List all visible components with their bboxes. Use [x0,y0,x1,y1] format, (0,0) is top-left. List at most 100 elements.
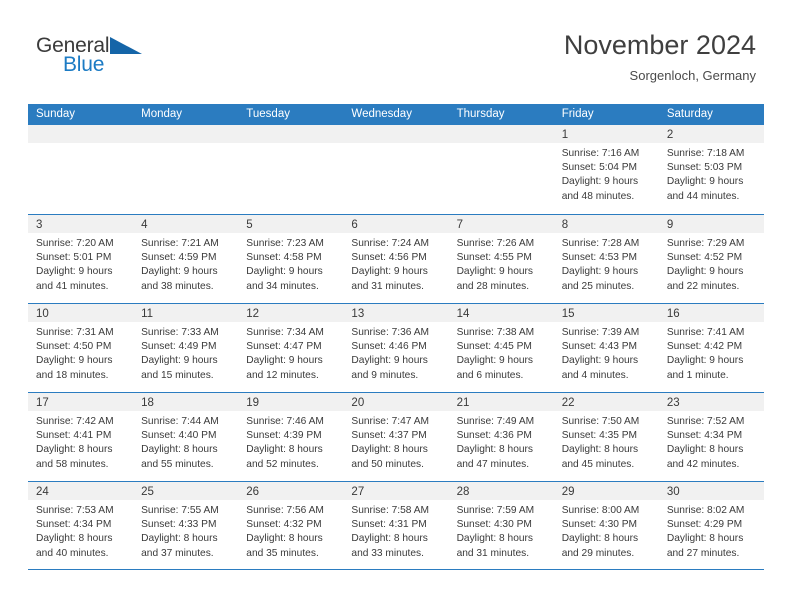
day-number: 20 [351,397,365,409]
calendar-day-cell[interactable]: 25 Sunrise: 7:55 AM Sunset: 4:33 PM Dayligh… [133,482,239,569]
day-detail-line: Sunset: 4:53 PM [561,252,638,264]
calendar-day-cell[interactable]: 29 Sunrise: 8:00 AM Sunset: 4:30 PM Dayligh… [553,482,659,569]
day-number-band: 26 [238,482,344,500]
calendar-day-cell-empty [343,125,449,214]
day-detail-line: and 15 minutes. [141,369,214,381]
day-details: Sunrise: 7:44 AM Sunset: 4:40 PM Daylight:… [133,411,238,472]
day-detail-line: Sunrise: 7:28 AM [561,238,640,249]
day-number: 15 [561,308,575,320]
day-details: Sunrise: 7:38 AM Sunset: 4:45 PM Daylight:… [449,322,554,383]
calendar-day-cell[interactable]: 1 Sunrise: 7:16 AM Sunset: 5:04 PM Daylight… [553,125,659,214]
day-details: Sunrise: 7:55 AM Sunset: 4:33 PM Daylight:… [133,500,238,561]
calendar-day-cell[interactable]: 20 Sunrise: 7:47 AM Sunset: 4:37 PM Dayligh… [343,393,449,481]
day-detail-line: Sunset: 4:36 PM [456,430,532,442]
calendar-day-cell[interactable]: 9 Sunrise: 7:29 AM Sunset: 4:52 PM Daylight… [658,215,764,303]
day-number-band: 17 [28,393,134,411]
day-number-band: 22 [553,393,659,411]
day-detail-line: Sunrise: 7:23 AM [246,238,324,249]
day-number-band: 7 [448,215,554,233]
day-number-band: 27 [343,482,449,500]
day-number-band: 19 [238,393,344,411]
day-detail-line: Sunrise: 7:58 AM [351,505,430,516]
day-detail-line: and 48 minutes. [561,190,635,202]
day-detail-line: Sunrise: 7:50 AM [561,416,640,427]
day-detail-line: and 31 minutes. [351,280,424,292]
day-detail-line: Sunrise: 7:24 AM [351,238,430,249]
day-number: 14 [456,308,470,320]
day-number-band: 24 [28,482,134,500]
calendar-day-cell[interactable]: 2 Sunrise: 7:18 AM Sunset: 5:03 PM Daylight… [658,125,764,214]
calendar-day-cell[interactable]: 14 Sunrise: 7:38 AM Sunset: 4:45 PM Dayligh… [448,304,554,392]
day-details [343,143,448,147]
day-number: 3 [36,219,43,231]
calendar-day-cell[interactable]: 3 Sunrise: 7:20 AM Sunset: 5:01 PM Daylight… [28,215,134,303]
day-detail-line: and 25 minutes. [561,280,635,292]
calendar-day-cell[interactable]: 16 Sunrise: 7:41 AM Sunset: 4:42 PM Dayligh… [658,304,764,392]
day-detail-line: Sunrise: 7:39 AM [561,327,640,338]
day-detail-line: Daylight: 8 hours [666,444,744,456]
calendar-day-cell[interactable]: 17 Sunrise: 7:42 AM Sunset: 4:41 PM Dayligh… [28,393,134,481]
calendar-grid: Sunday Monday Tuesday Wednesday Thursday Frid… [28,104,764,570]
day-detail-line: Sunrise: 7:20 AM [36,238,114,249]
calendar-day-cell[interactable]: 26 Sunrise: 7:56 AM Sunset: 4:32 PM Dayligh… [238,482,344,569]
day-detail-line: Sunrise: 8:02 AM [666,505,745,516]
day-detail-line: Daylight: 9 hours [36,266,113,278]
day-number: 29 [561,486,575,498]
day-details: Sunrise: 7:53 AM Sunset: 4:34 PM Daylight:… [28,500,133,561]
day-detail-line: and 55 minutes. [141,458,214,470]
calendar-day-cell-empty [238,125,344,214]
day-details: Sunrise: 7:18 AM Sunset: 5:03 PM Daylight:… [659,143,764,204]
day-details: Sunrise: 7:36 AM Sunset: 4:46 PM Daylight:… [343,322,448,383]
calendar-day-cell[interactable]: 21 Sunrise: 7:49 AM Sunset: 4:36 PM Dayligh… [448,393,554,481]
day-number: 11 [141,308,154,320]
day-number-band [448,125,554,143]
day-header-friday: Friday [561,108,594,120]
calendar-day-cell[interactable]: 22 Sunrise: 7:50 AM Sunset: 4:35 PM Dayligh… [553,393,659,481]
day-detail-line: Sunrise: 7:53 AM [36,505,114,516]
day-detail-line: and 29 minutes. [561,547,635,559]
day-detail-line: Daylight: 9 hours [666,266,744,278]
calendar-week-row: 24 Sunrise: 7:53 AM Sunset: 4:34 PM Dayligh… [28,481,764,570]
calendar-day-cell[interactable]: 8 Sunrise: 7:28 AM Sunset: 4:53 PM Daylight… [553,215,659,303]
calendar-day-cell[interactable]: 24 Sunrise: 7:53 AM Sunset: 4:34 PM Dayligh… [28,482,134,569]
day-details [28,143,133,147]
day-number-band: 20 [343,393,449,411]
calendar-day-cell[interactable]: 27 Sunrise: 7:58 AM Sunset: 4:31 PM Dayligh… [343,482,449,569]
calendar-day-cell[interactable]: 4 Sunrise: 7:21 AM Sunset: 4:59 PM Daylight… [133,215,239,303]
day-detail-line: Daylight: 9 hours [666,355,744,367]
calendar-day-cell[interactable]: 13 Sunrise: 7:36 AM Sunset: 4:46 PM Dayligh… [343,304,449,392]
day-header-thursday: Thursday [456,108,505,120]
day-number: 25 [141,486,154,498]
calendar-day-cell[interactable]: 6 Sunrise: 7:24 AM Sunset: 4:56 PM Daylight… [343,215,449,303]
calendar-week-row: 3 Sunrise: 7:20 AM Sunset: 5:01 PM Daylight… [28,214,764,303]
day-details [449,143,554,147]
calendar-day-cell[interactable]: 23 Sunrise: 7:52 AM Sunset: 4:34 PM Dayligh… [658,393,764,481]
calendar-day-cell[interactable]: 11 Sunrise: 7:33 AM Sunset: 4:49 PM Dayligh… [133,304,239,392]
day-header-tuesday: Tuesday [246,108,290,120]
calendar-day-cell[interactable]: 28 Sunrise: 7:59 AM Sunset: 4:30 PM Dayligh… [448,482,554,569]
calendar-day-cell[interactable]: 18 Sunrise: 7:44 AM Sunset: 4:40 PM Dayligh… [133,393,239,481]
day-detail-line: Sunrise: 8:00 AM [561,505,640,516]
day-details [133,143,238,147]
day-details: Sunrise: 7:41 AM Sunset: 4:42 PM Daylight:… [659,322,764,383]
day-number-band: 18 [133,393,239,411]
day-number-band: 5 [238,215,344,233]
calendar-day-cell[interactable]: 7 Sunrise: 7:26 AM Sunset: 4:55 PM Daylight… [448,215,554,303]
day-details: Sunrise: 7:39 AM Sunset: 4:43 PM Daylight:… [554,322,659,383]
day-detail-line: Sunrise: 7:34 AM [246,327,324,338]
general-blue-logo[interactable]: General Blue [36,34,186,86]
day-number: 4 [141,219,148,231]
calendar-day-cell[interactable]: 10 Sunrise: 7:31 AM Sunset: 4:50 PM Dayligh… [28,304,134,392]
day-details: Sunrise: 8:02 AM Sunset: 4:29 PM Daylight:… [659,500,764,561]
day-number-band [238,125,344,143]
calendar-day-cell[interactable]: 15 Sunrise: 7:39 AM Sunset: 4:43 PM Dayligh… [553,304,659,392]
calendar-day-cell[interactable]: 19 Sunrise: 7:46 AM Sunset: 4:39 PM Dayligh… [238,393,344,481]
calendar-day-cell[interactable]: 30 Sunrise: 8:02 AM Sunset: 4:29 PM Dayligh… [658,482,764,569]
day-detail-line: Daylight: 9 hours [666,176,744,188]
day-number-band: 21 [448,393,554,411]
day-number: 21 [456,397,470,409]
calendar-day-cell[interactable]: 12 Sunrise: 7:34 AM Sunset: 4:47 PM Dayligh… [238,304,344,392]
calendar-day-cell[interactable]: 5 Sunrise: 7:23 AM Sunset: 4:58 PM Daylight… [238,215,344,303]
day-detail-line: Sunset: 4:29 PM [666,519,743,531]
day-details: Sunrise: 8:00 AM Sunset: 4:30 PM Daylight:… [554,500,659,561]
